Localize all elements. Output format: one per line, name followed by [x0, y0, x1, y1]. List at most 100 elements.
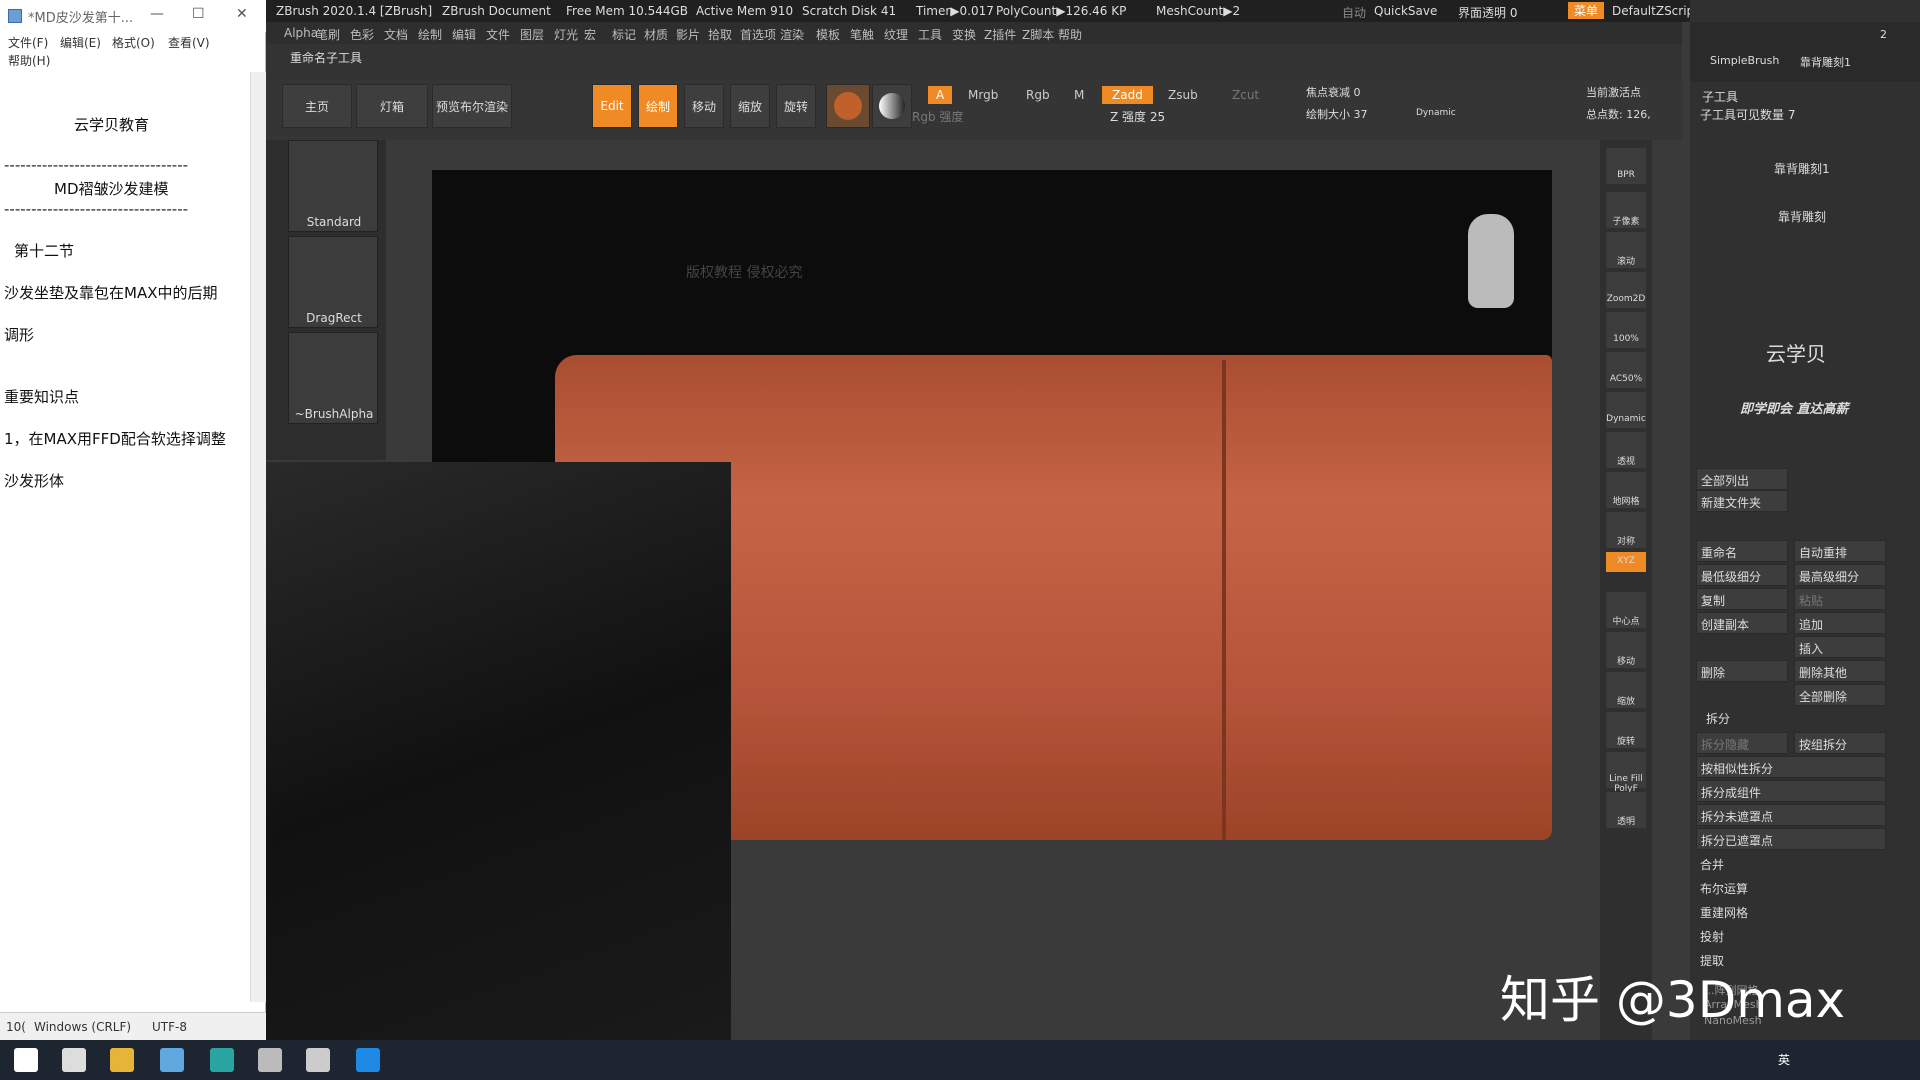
menu-toggle-button[interactable]: 菜单 [1568, 2, 1605, 19]
tray-section-item[interactable]: 投射 [1700, 928, 1724, 945]
split-button[interactable]: 拆分隐藏 [1696, 732, 1788, 754]
zbrush-icon[interactable] [306, 1048, 330, 1072]
zbrush-menu-item[interactable]: 纹理 [884, 26, 908, 43]
shelf-button[interactable]: 移动 [1606, 632, 1646, 668]
subtool-action-button[interactable]: 全部删除 [1794, 684, 1886, 706]
shelf-button[interactable]: 缩放 [1606, 672, 1646, 708]
zbrush-menu-item[interactable]: 拾取 [708, 26, 732, 43]
zbrush-menu-item[interactable]: 笔刷 [316, 26, 340, 43]
rgb-button[interactable]: Rgb [1026, 88, 1050, 102]
notepad-icon[interactable] [160, 1048, 184, 1072]
webcam-icon[interactable] [258, 1048, 282, 1072]
zbrush-menu-item[interactable]: 文件 [486, 26, 510, 43]
split-button[interactable]: 拆分已遮罩点 [1696, 828, 1886, 850]
shelf-button[interactable]: 透明 [1606, 792, 1646, 828]
draw-button[interactable]: 绘制 [638, 84, 678, 128]
zbrush-menu-item[interactable]: Z插件 [984, 26, 1016, 43]
tray-section-item[interactable]: 重建网格 [1700, 904, 1748, 921]
zbrush-menu-item[interactable]: 绘制 [418, 26, 442, 43]
zcut-button[interactable]: Zcut [1232, 88, 1259, 102]
shelf-button[interactable]: 100% [1606, 312, 1646, 348]
ui-transparency[interactable]: 界面透明 0 [1458, 4, 1517, 21]
split-button[interactable]: 拆分未遮罩点 [1696, 804, 1886, 826]
default-zscript-button[interactable]: DefaultZScript [1612, 4, 1699, 18]
standard-brush[interactable]: Standard [288, 140, 378, 232]
quicksave-button[interactable]: QuickSave [1374, 4, 1437, 18]
a-button[interactable]: A [928, 86, 953, 104]
zbrush-menu-item[interactable]: 变换 [952, 26, 976, 43]
menu-format[interactable]: 格式(O) [112, 34, 155, 51]
dynamic-toggle[interactable]: Dynamic [1416, 108, 1456, 118]
shelf-button[interactable]: 对称 [1606, 512, 1646, 548]
subtool-action-button[interactable]: 自动重排 [1794, 540, 1886, 562]
minimize-icon[interactable]: — [150, 6, 164, 22]
draw-size-slider[interactable]: 绘制大小 37 [1306, 106, 1368, 122]
subtool-item[interactable]: 靠背雕刻 [1778, 208, 1826, 225]
shelf-button[interactable]: 透视 [1606, 432, 1646, 468]
z-strength-slider[interactable]: Z 强度 25 [1110, 108, 1165, 125]
shelf-button[interactable]: 地网格 [1606, 472, 1646, 508]
shelf-button[interactable]: Line Fill PolyF [1606, 752, 1646, 794]
zbrush-menu-item[interactable]: 模板 [816, 26, 840, 43]
zbrush-menu-item[interactable]: 标记 [612, 26, 636, 43]
notepad-titlebar[interactable]: *MD皮沙发第十... — ☐ ✕ [0, 0, 266, 32]
zbrush-menu-item[interactable]: 图层 [520, 26, 544, 43]
focal-shift-slider[interactable]: 焦点衰减 0 [1306, 84, 1361, 100]
dragrect-stroke[interactable]: DragRect [288, 236, 378, 328]
head-gizmo-icon[interactable] [1468, 214, 1514, 308]
zbrush-menu-item[interactable]: 编辑 [452, 26, 476, 43]
shelf-button[interactable]: XYZ [1606, 552, 1646, 572]
subtool-action-button[interactable]: 最高级细分 [1794, 564, 1886, 586]
edit-button[interactable]: Edit [592, 84, 632, 128]
shelf-button[interactable]: AC50% [1606, 352, 1646, 388]
notepad-text[interactable]: 云学贝教育 ----------------------------------… [0, 78, 250, 1008]
subtool-item[interactable]: 靠背雕刻1 [1774, 160, 1830, 177]
subtool-action-button[interactable]: 插入 [1794, 636, 1886, 658]
move-button[interactable]: 移动 [684, 84, 724, 128]
zbrush-menu-item[interactable]: 宏 [584, 26, 596, 43]
search-icon[interactable] [62, 1048, 86, 1072]
subtool-action-button[interactable]: 追加 [1794, 612, 1886, 634]
m-button[interactable]: M [1074, 88, 1084, 102]
3dsmax-icon[interactable] [210, 1048, 234, 1072]
zbrush-menu-item[interactable]: 帮助 [1058, 26, 1082, 43]
rotate-button[interactable]: 旋转 [776, 84, 816, 128]
zbrush-menu-item[interactable]: 笔触 [850, 26, 874, 43]
subtool-action-button[interactable]: 创建副本 [1696, 612, 1788, 634]
tab-lightbox[interactable]: 灯箱 [356, 84, 428, 128]
windows-icon[interactable] [14, 1048, 38, 1072]
recorder-icon[interactable] [356, 1048, 380, 1072]
subtool-action-button[interactable]: 删除其他 [1794, 660, 1886, 682]
shelf-button[interactable]: 中心点 [1606, 592, 1646, 628]
rgb-strength-slider[interactable]: Rgb 强度 [912, 108, 963, 125]
menu-view[interactable]: 查看(V) [168, 34, 210, 51]
zbrush-menu-item[interactable]: 材质 [644, 26, 668, 43]
zbrush-menu-item[interactable]: Z脚本 [1022, 26, 1054, 43]
zbrush-menu-item[interactable]: 首选项 [740, 26, 776, 43]
subtool-action-button[interactable]: 全部列出 [1696, 468, 1788, 490]
tray-section-item[interactable]: 合并 [1700, 856, 1724, 873]
menu-help[interactable]: 帮助(H) [8, 52, 50, 69]
subtool-action-button[interactable]: 粘贴 [1794, 588, 1886, 610]
zadd-button[interactable]: Zadd [1102, 86, 1153, 104]
explorer-icon[interactable] [110, 1048, 134, 1072]
simplebrush-label[interactable]: SimpleBrush [1710, 54, 1779, 67]
scrollbar[interactable] [250, 72, 266, 1002]
close-icon[interactable]: ✕ [236, 6, 248, 22]
zbrush-menu-item[interactable]: 渲染 [780, 26, 804, 43]
zbrush-menu-item[interactable]: 影片 [676, 26, 700, 43]
split-button[interactable]: 按组拆分 [1794, 732, 1886, 754]
zbrush-menu-item[interactable]: Alpha [284, 26, 318, 40]
split-button[interactable]: 按相似性拆分 [1696, 756, 1886, 778]
shelf-button[interactable]: 子像素 [1606, 192, 1646, 228]
zbrush-menu-item[interactable]: 色彩 [350, 26, 374, 43]
split-button[interactable]: 拆分成组件 [1696, 780, 1886, 802]
subtool-action-button[interactable]: 新建文件夹 [1696, 490, 1788, 512]
current-tool-label[interactable]: 靠背雕刻1 [1800, 54, 1851, 70]
shelf-button[interactable]: 滚动 [1606, 232, 1646, 268]
shelf-button[interactable]: BPR [1606, 148, 1646, 184]
zbrush-menu-item[interactable]: 灯光 [554, 26, 578, 43]
visible-count-slider[interactable]: 子工具可见数量 7 [1700, 106, 1795, 123]
menu-edit[interactable]: 编辑(E) [60, 34, 101, 51]
subtool-action-button[interactable]: 重命名 [1696, 540, 1788, 562]
